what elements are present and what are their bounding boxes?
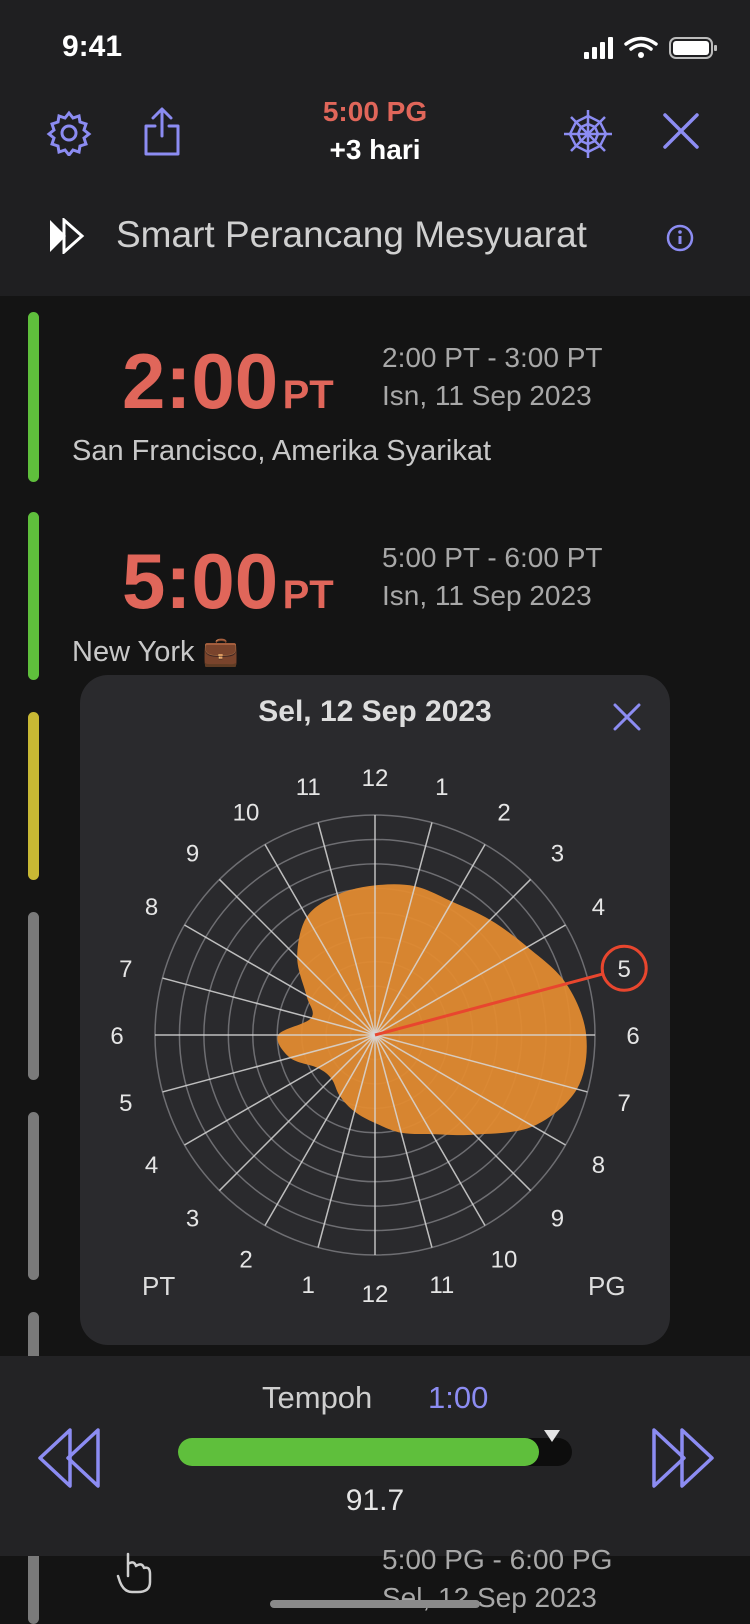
availability-bar (28, 912, 39, 1080)
availability-bar (28, 1112, 39, 1280)
pm-label: PG (588, 1271, 626, 1301)
close-icon[interactable] (662, 112, 700, 150)
hour-label: 8 (145, 894, 158, 921)
status-time: 9:41 (62, 30, 123, 63)
hour-label: 9 (551, 1205, 564, 1232)
hour-label: 1 (435, 774, 448, 801)
app-title: Smart Perancang Mesyuarat (116, 214, 587, 255)
availability-bar (28, 712, 39, 880)
tempoh-label: Tempoh (262, 1380, 373, 1415)
header-time[interactable]: 5:00 PG (0, 96, 750, 128)
duration-slider-fill (178, 1438, 540, 1466)
status-icons (584, 36, 717, 59)
entry-ampm: PT (282, 573, 334, 617)
home-indicator (270, 1600, 480, 1608)
hour-label: 5 (618, 956, 631, 983)
popup-title: Sel, 12 Sep 2023 (258, 695, 492, 728)
web-icon[interactable] (562, 108, 614, 160)
hour-label: 4 (592, 894, 605, 921)
entry-ampm: PT (282, 373, 334, 417)
hour-label: 4 (145, 1152, 158, 1179)
hour-label: 12 (362, 1281, 389, 1308)
entry-time: 2:00 (122, 337, 279, 425)
prev-icon[interactable] (36, 1426, 102, 1490)
wifi-icon (624, 36, 658, 51)
hour-label: 5 (119, 1090, 132, 1117)
hour-label: 1 (302, 1272, 315, 1299)
hour-label: 7 (119, 956, 132, 983)
info-icon[interactable] (666, 224, 694, 252)
am-label: PT (142, 1271, 175, 1301)
entry-time: 5:00 (122, 537, 279, 625)
entry-date: Isn, 11 Sep 2023 (382, 380, 592, 411)
hour-label: 8 (592, 1152, 605, 1179)
hour-label: 6 (626, 1023, 639, 1050)
entry-city: San Francisco, Amerika Syarikat (72, 435, 492, 467)
entry-1-time-block[interactable]: 2:00 PT (122, 336, 334, 427)
hour-label: 11 (429, 1272, 454, 1299)
header-offset[interactable]: +3 hari (0, 134, 750, 166)
popup-close-icon[interactable] (612, 702, 642, 732)
hour-label: 2 (497, 800, 510, 827)
hour-label: 12 (362, 765, 389, 792)
hour-label: 9 (186, 841, 199, 868)
entry-date: Isn, 11 Sep 2023 (382, 580, 592, 611)
entry-city: New York 💼 (72, 636, 239, 668)
entry-2-time-block[interactable]: 5:00 PT (122, 536, 334, 627)
slider-value: 91.7 (345, 1484, 405, 1517)
hour-label: 2 (239, 1246, 252, 1273)
polar-chart: 12 1234567891011121234567891011 PT PG (110, 765, 648, 1308)
hour-label: 11 (296, 774, 321, 801)
duration-value[interactable]: 1:00 (428, 1380, 488, 1416)
hour-label: 10 (491, 1246, 518, 1273)
entry-range: 2:00 PT - 3:00 PT (382, 342, 603, 373)
entry-date: Sel, 12 Sep 2023 (382, 1582, 597, 1613)
hour-label: 10 (233, 800, 260, 827)
availability-bar (28, 512, 39, 680)
hour-label: 7 (618, 1090, 631, 1117)
hand-pointer-icon (116, 1552, 152, 1594)
hour-label: 3 (186, 1205, 199, 1232)
entry-range: 5:00 PG - 6:00 PG (382, 1544, 613, 1575)
availability-area (277, 884, 587, 1136)
hour-label: 6 (110, 1023, 123, 1050)
entry-range: 5:00 PT - 6:00 PT (382, 542, 603, 573)
availability-bar (28, 312, 39, 482)
logo-icon (50, 218, 85, 254)
next-icon[interactable] (650, 1426, 716, 1490)
slider-thumb-icon[interactable] (544, 1430, 560, 1442)
hour-label: 3 (551, 841, 564, 868)
